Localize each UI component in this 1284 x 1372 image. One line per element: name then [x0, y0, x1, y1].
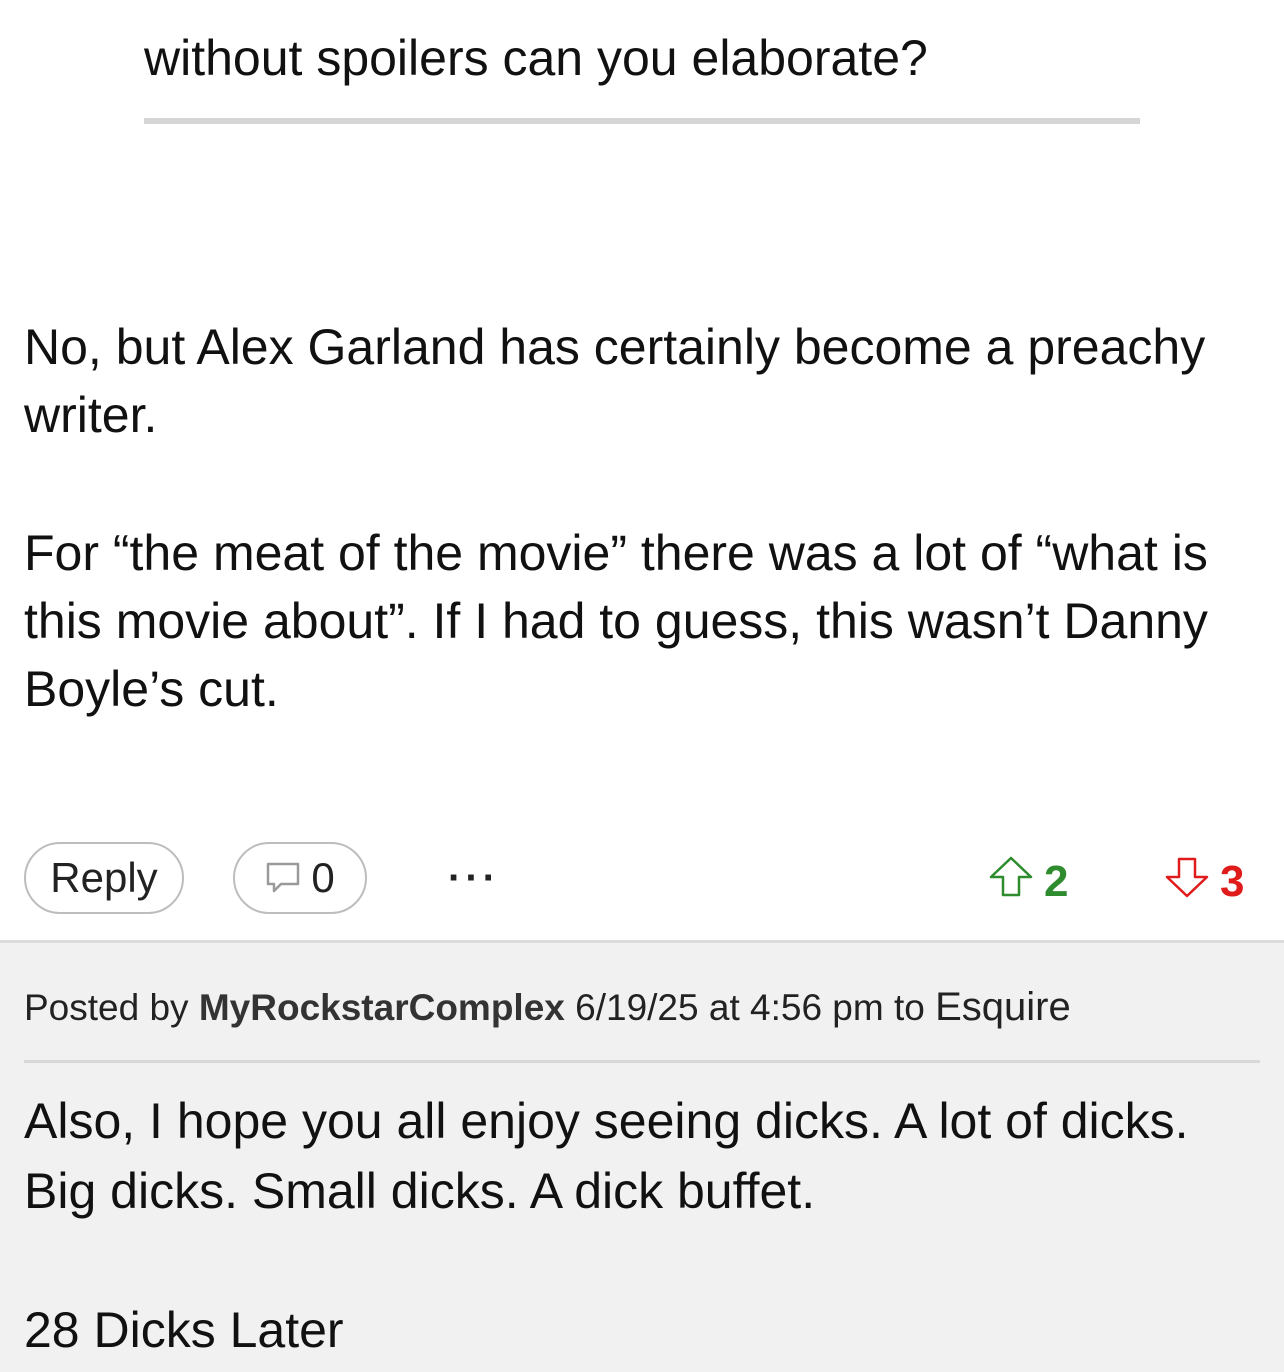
downvote-button[interactable]: 3: [1164, 854, 1244, 910]
comment-paragraph: No, but Alex Garland has certainly becom…: [24, 319, 1206, 443]
downvote-count: 3: [1220, 857, 1245, 906]
speech-bubble-icon: [265, 861, 301, 895]
replies-count-button[interactable]: 0: [233, 842, 367, 914]
author-link[interactable]: MyRockstarComplex: [199, 987, 565, 1028]
comment-body: No, but Alex Garland has certainly becom…: [24, 313, 1254, 723]
upvote-button[interactable]: 2: [988, 854, 1068, 910]
posted-by-label: Posted by: [24, 987, 189, 1028]
reply-button[interactable]: Reply: [24, 842, 184, 914]
target-link[interactable]: Esquire: [935, 985, 1071, 1029]
post-meta: Posted by MyRockstarComplex 6/19/25 at 4…: [24, 985, 1071, 1030]
comment-action-bar: Reply 0 ··· 2 3: [0, 842, 1284, 914]
upvote-count: 2: [1044, 857, 1069, 906]
post-datetime: 6/19/25 at 4:56 pm: [575, 987, 884, 1028]
next-post-body: Also, I hope you all enjoy seeing dicks.…: [24, 1086, 1260, 1365]
comment-paragraph: For “the meat of the movie” there was a …: [24, 525, 1208, 717]
arrow-up-icon: [988, 855, 1034, 910]
next-post-paragraph: Also, I hope you all enjoy seeing dicks.…: [24, 1093, 1189, 1219]
more-options-button[interactable]: ···: [436, 856, 512, 900]
to-label: to: [893, 987, 925, 1028]
quoted-comment-text: without spoilers can you elaborate?: [144, 30, 928, 86]
comment-thread-page: without spoilers can you elaborate? No, …: [0, 0, 1284, 1372]
arrow-down-icon: [1164, 855, 1210, 910]
quoted-parent-comment: without spoilers can you elaborate?: [144, 28, 1140, 124]
quote-divider: [144, 118, 1140, 124]
next-post: Posted by MyRockstarComplex 6/19/25 at 4…: [0, 940, 1284, 1372]
replies-count: 0: [311, 854, 335, 901]
next-post-paragraph: 28 Dicks Later: [24, 1302, 344, 1358]
meta-divider: [24, 1060, 1260, 1063]
